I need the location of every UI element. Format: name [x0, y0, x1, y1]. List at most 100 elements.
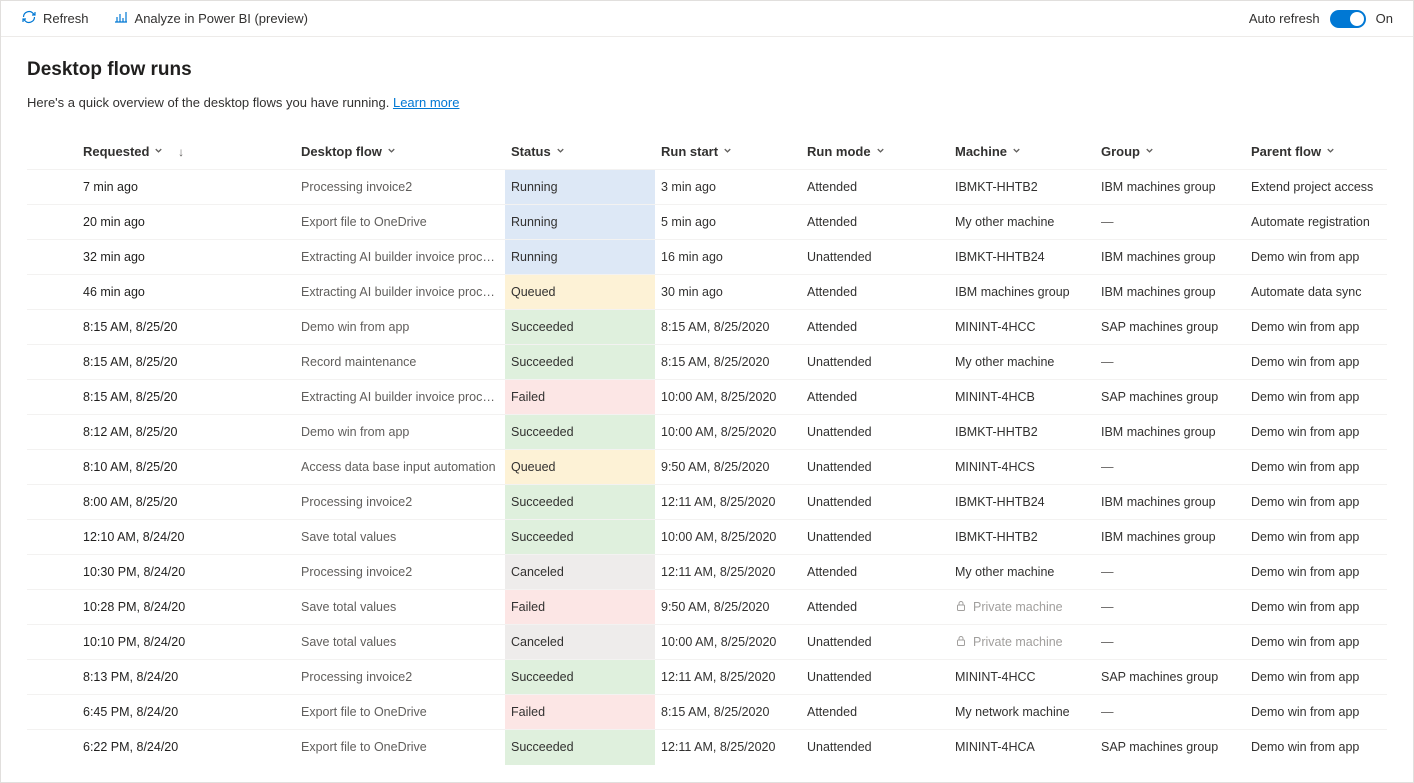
- cell-parent-flow[interactable]: Demo win from app: [1245, 415, 1387, 450]
- table-row[interactable]: 20 min agoExport file to OneDriveRunning…: [27, 205, 1387, 240]
- cell-group[interactable]: —: [1095, 695, 1245, 730]
- table-row[interactable]: 8:15 AM, 8/25/20Extracting AI builder in…: [27, 380, 1387, 415]
- table-row[interactable]: 8:13 PM, 8/24/20Processing invoice2Succe…: [27, 660, 1387, 695]
- table-row[interactable]: 6:45 PM, 8/24/20Export file to OneDriveF…: [27, 695, 1387, 730]
- auto-refresh-toggle[interactable]: [1330, 10, 1366, 28]
- cell-run-start: 9:50 AM, 8/25/2020: [655, 450, 801, 485]
- cell-group[interactable]: IBM machines group: [1095, 275, 1245, 310]
- chevron-down-icon: [722, 144, 733, 159]
- cell-group[interactable]: IBM machines group: [1095, 415, 1245, 450]
- cell-group[interactable]: —: [1095, 345, 1245, 380]
- cell-desktop-flow[interactable]: Record maintenance: [295, 345, 505, 380]
- col-group[interactable]: Group: [1095, 134, 1245, 170]
- col-run-mode[interactable]: Run mode: [801, 134, 949, 170]
- cell-group[interactable]: IBM machines group: [1095, 240, 1245, 275]
- table-row[interactable]: 8:15 AM, 8/25/20Demo win from appSucceed…: [27, 310, 1387, 345]
- cell-parent-flow[interactable]: Demo win from app: [1245, 625, 1387, 660]
- cell-machine[interactable]: My network machine: [949, 695, 1095, 730]
- cell-group[interactable]: —: [1095, 590, 1245, 625]
- col-desktop-flow[interactable]: Desktop flow: [295, 134, 505, 170]
- col-run-start[interactable]: Run start: [655, 134, 801, 170]
- table-row[interactable]: 8:15 AM, 8/25/20Record maintenanceSuccee…: [27, 345, 1387, 380]
- cell-parent-flow[interactable]: Demo win from app: [1245, 730, 1387, 765]
- table-row[interactable]: 32 min agoExtracting AI builder invoice …: [27, 240, 1387, 275]
- analyze-powerbi-button[interactable]: Analyze in Power BI (preview): [113, 9, 308, 28]
- cell-desktop-flow[interactable]: Export file to OneDrive: [295, 730, 505, 765]
- cell-group[interactable]: IBM machines group: [1095, 485, 1245, 520]
- col-machine[interactable]: Machine: [949, 134, 1095, 170]
- table-row[interactable]: 46 min agoExtracting AI builder invoice …: [27, 275, 1387, 310]
- cell-desktop-flow[interactable]: Export file to OneDrive: [295, 205, 505, 240]
- cell-group[interactable]: —: [1095, 555, 1245, 590]
- cell-parent-flow[interactable]: Demo win from app: [1245, 590, 1387, 625]
- cell-parent-flow[interactable]: Demo win from app: [1245, 695, 1387, 730]
- table-row[interactable]: 6:22 PM, 8/24/20Export file to OneDriveS…: [27, 730, 1387, 765]
- cell-machine[interactable]: My other machine: [949, 555, 1095, 590]
- table-row[interactable]: 10:10 PM, 8/24/20Save total valuesCancel…: [27, 625, 1387, 660]
- cell-group[interactable]: SAP machines group: [1095, 660, 1245, 695]
- cell-machine[interactable]: MININT-4HCB: [949, 380, 1095, 415]
- cell-desktop-flow[interactable]: Extracting AI builder invoice proce...: [295, 380, 505, 415]
- cell-desktop-flow[interactable]: Demo win from app: [295, 310, 505, 345]
- col-parent-flow[interactable]: Parent flow: [1245, 134, 1387, 170]
- cell-group[interactable]: SAP machines group: [1095, 380, 1245, 415]
- cell-desktop-flow[interactable]: Extracting AI builder invoice proce...: [295, 240, 505, 275]
- cell-machine[interactable]: IBMKT-HHTB2: [949, 520, 1095, 555]
- table-row[interactable]: 7 min agoProcessing invoice2Running3 min…: [27, 170, 1387, 205]
- cell-desktop-flow[interactable]: Save total values: [295, 590, 505, 625]
- cell-group[interactable]: SAP machines group: [1095, 310, 1245, 345]
- cell-desktop-flow[interactable]: Demo win from app: [295, 415, 505, 450]
- table-row[interactable]: 10:30 PM, 8/24/20Processing invoice2Canc…: [27, 555, 1387, 590]
- cell-machine[interactable]: IBMKT-HHTB2: [949, 415, 1095, 450]
- cell-parent-flow[interactable]: Demo win from app: [1245, 310, 1387, 345]
- table-row[interactable]: 12:10 AM, 8/24/20Save total valuesSuccee…: [27, 520, 1387, 555]
- table-row[interactable]: 8:10 AM, 8/25/20Access data base input a…: [27, 450, 1387, 485]
- col-status[interactable]: Status: [505, 134, 655, 170]
- cell-desktop-flow[interactable]: Access data base input automation: [295, 450, 505, 485]
- cell-parent-flow[interactable]: Demo win from app: [1245, 520, 1387, 555]
- cell-parent-flow[interactable]: Extend project access: [1245, 170, 1387, 205]
- table-row[interactable]: 10:28 PM, 8/24/20Save total valuesFailed…: [27, 590, 1387, 625]
- cell-parent-flow[interactable]: Automate data sync: [1245, 275, 1387, 310]
- cell-desktop-flow[interactable]: Export file to OneDrive: [295, 695, 505, 730]
- table-row[interactable]: 8:12 AM, 8/25/20Demo win from appSucceed…: [27, 415, 1387, 450]
- cell-parent-flow[interactable]: Demo win from app: [1245, 380, 1387, 415]
- cell-desktop-flow[interactable]: Processing invoice2: [295, 555, 505, 590]
- cell-machine[interactable]: IBMKT-HHTB24: [949, 240, 1095, 275]
- cell-group[interactable]: SAP machines group: [1095, 730, 1245, 765]
- cell-desktop-flow[interactable]: Extracting AI builder invoice proce...: [295, 275, 505, 310]
- cell-group[interactable]: IBM machines group: [1095, 170, 1245, 205]
- cell-machine[interactable]: Private machine: [949, 625, 1095, 660]
- cell-parent-flow[interactable]: Demo win from app: [1245, 485, 1387, 520]
- cell-group[interactable]: —: [1095, 205, 1245, 240]
- cell-desktop-flow[interactable]: Processing invoice2: [295, 660, 505, 695]
- col-requested[interactable]: Requested ↓: [77, 134, 295, 170]
- cell-machine[interactable]: MININT-4HCS: [949, 450, 1095, 485]
- cell-run-start: 12:11 AM, 8/25/2020: [655, 660, 801, 695]
- cell-machine[interactable]: MININT-4HCC: [949, 660, 1095, 695]
- cell-machine[interactable]: My other machine: [949, 205, 1095, 240]
- cell-group[interactable]: —: [1095, 625, 1245, 660]
- cell-machine[interactable]: IBMKT-HHTB2: [949, 170, 1095, 205]
- cell-parent-flow[interactable]: Demo win from app: [1245, 660, 1387, 695]
- cell-desktop-flow[interactable]: Save total values: [295, 625, 505, 660]
- cell-desktop-flow[interactable]: Processing invoice2: [295, 485, 505, 520]
- cell-desktop-flow[interactable]: Processing invoice2: [295, 170, 505, 205]
- cell-machine[interactable]: IBMKT-HHTB24: [949, 485, 1095, 520]
- learn-more-link[interactable]: Learn more: [393, 95, 459, 110]
- cell-machine[interactable]: IBM machines group: [949, 275, 1095, 310]
- cell-parent-flow[interactable]: Demo win from app: [1245, 555, 1387, 590]
- cell-parent-flow[interactable]: Demo win from app: [1245, 345, 1387, 380]
- cell-parent-flow[interactable]: Demo win from app: [1245, 450, 1387, 485]
- cell-parent-flow[interactable]: Automate registration: [1245, 205, 1387, 240]
- cell-machine[interactable]: My other machine: [949, 345, 1095, 380]
- cell-machine[interactable]: Private machine: [949, 590, 1095, 625]
- cell-machine[interactable]: MININT-4HCA: [949, 730, 1095, 765]
- cell-group[interactable]: —: [1095, 450, 1245, 485]
- refresh-button[interactable]: Refresh: [21, 9, 89, 28]
- cell-desktop-flow[interactable]: Save total values: [295, 520, 505, 555]
- cell-group[interactable]: IBM machines group: [1095, 520, 1245, 555]
- cell-parent-flow[interactable]: Demo win from app: [1245, 240, 1387, 275]
- cell-machine[interactable]: MININT-4HCC: [949, 310, 1095, 345]
- table-row[interactable]: 8:00 AM, 8/25/20Processing invoice2Succe…: [27, 485, 1387, 520]
